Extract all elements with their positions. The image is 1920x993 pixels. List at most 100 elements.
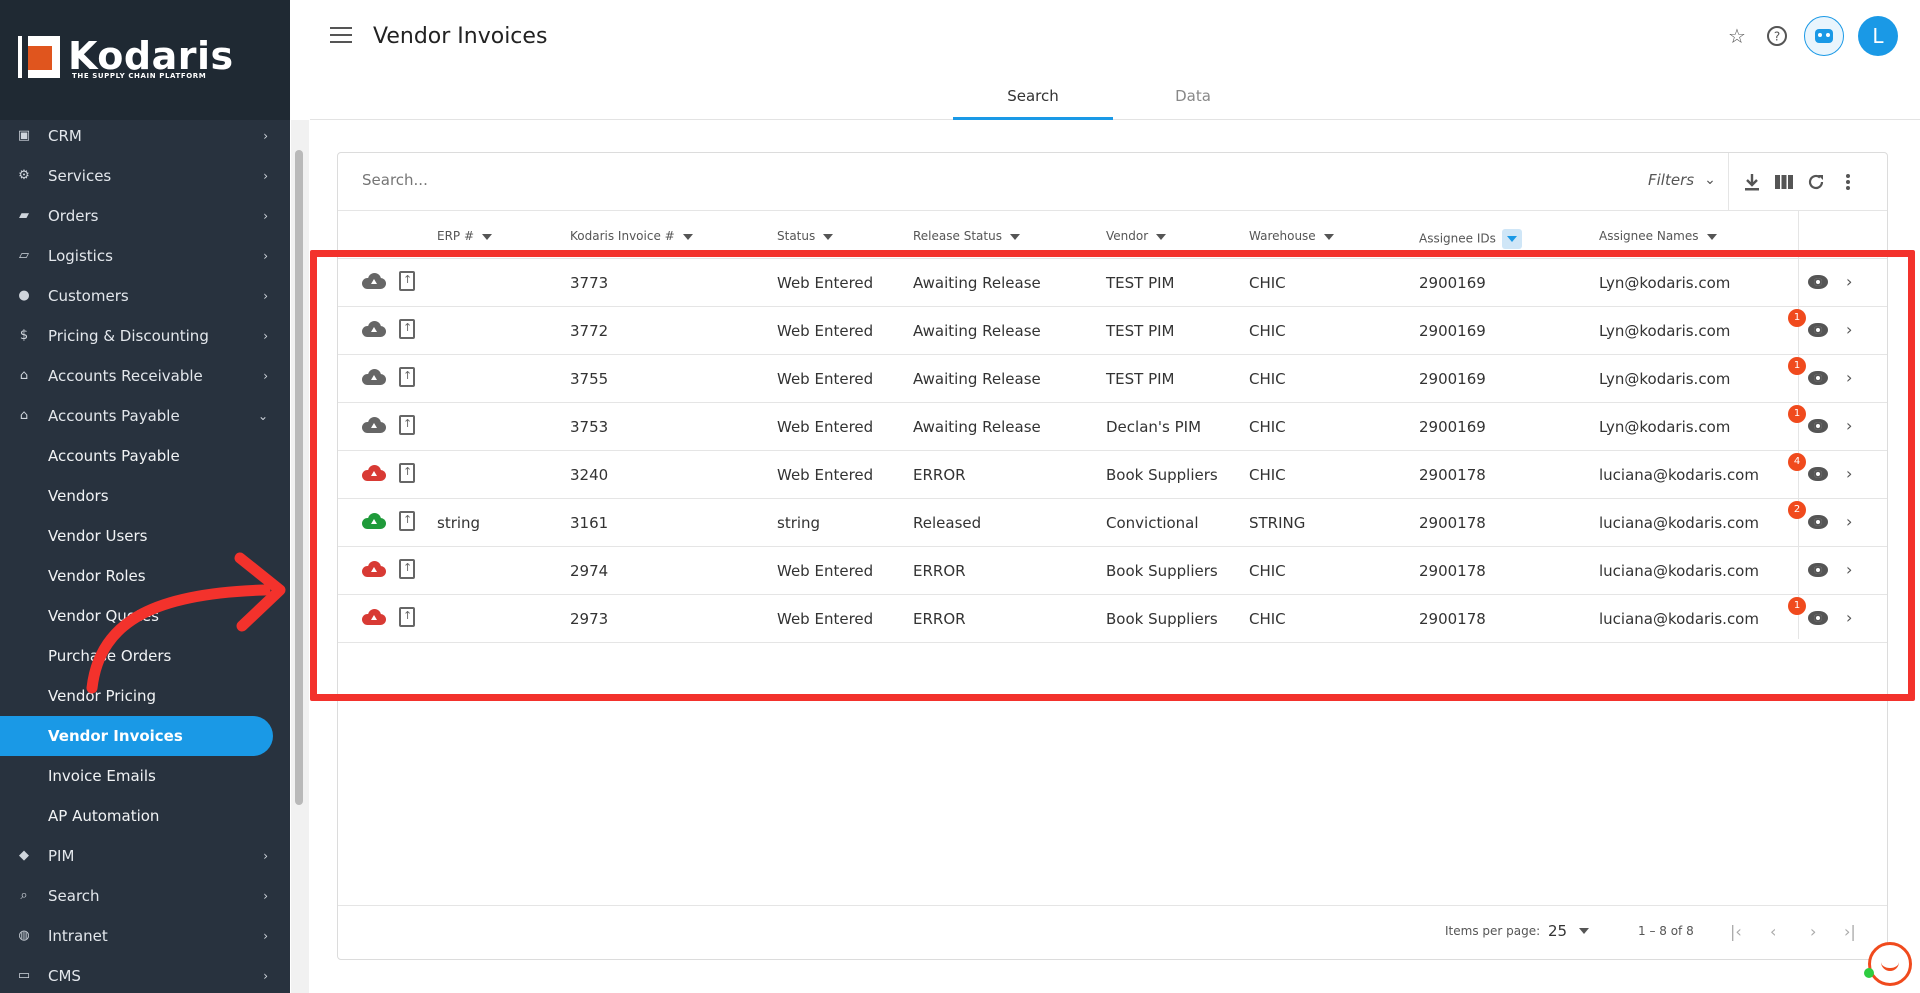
search-input[interactable] [362, 171, 1162, 189]
cloud-upload-icon[interactable] [362, 369, 386, 385]
user-avatar[interactable]: L [1858, 16, 1898, 56]
view-eye-icon[interactable] [1808, 467, 1828, 481]
chat-support-icon[interactable] [1868, 942, 1912, 986]
first-page-icon[interactable]: |‹ [1730, 922, 1742, 941]
view-eye-icon[interactable] [1808, 323, 1828, 337]
chevron-right-icon[interactable]: › [1846, 368, 1852, 387]
more-vert-icon[interactable] [1839, 173, 1857, 191]
table-row[interactable]: 3755 Web Entered Awaiting Release TEST PIM C… [338, 355, 1887, 403]
sidebar-subitem-purchase-orders[interactable]: Purchase Orders [0, 636, 290, 676]
cell-invoice-number: 2973 [570, 610, 609, 628]
sidebar-item-logistics[interactable]: ▱ Logistics › [0, 236, 290, 276]
table-row[interactable]: 3240 Web Entered ERROR Book Suppliers CHIC 29… [338, 451, 1887, 499]
columns-icon[interactable] [1775, 173, 1793, 191]
view-eye-icon[interactable] [1808, 611, 1828, 625]
sidebar-item-orders[interactable]: ▰ Orders › [0, 196, 290, 236]
next-page-icon[interactable]: › [1810, 922, 1816, 941]
sidebar-subitem-vendor-invoices[interactable]: Vendor Invoices [0, 716, 273, 756]
brand-logo[interactable]: Kodaris THE SUPPLY CHAIN PLATFORM [0, 0, 290, 120]
sidebar-item-cms[interactable]: ▭ CMS › [0, 956, 290, 993]
sidebar-subitem-label: Vendor Invoices [48, 727, 183, 745]
filters-dropdown[interactable]: Filters ⌄ [1648, 171, 1716, 189]
file-upload-icon[interactable] [399, 559, 415, 579]
column-header-warehouse[interactable]: Warehouse [1249, 229, 1334, 243]
chevron-right-icon[interactable]: › [1846, 560, 1852, 579]
chevron-right-icon[interactable]: › [1846, 320, 1852, 339]
sidebar-item-accounts-receivable[interactable]: ⌂ Accounts Receivable › [0, 356, 290, 396]
sidebar-subitem-ap-automation[interactable]: AP Automation [0, 796, 290, 836]
file-upload-icon[interactable] [399, 271, 415, 291]
file-upload-icon[interactable] [399, 463, 415, 483]
sidebar-subitem-vendor-users[interactable]: Vendor Users [0, 516, 290, 556]
cloud-upload-icon[interactable] [362, 273, 386, 289]
sidebar-subitem-vendors[interactable]: Vendors [0, 476, 290, 516]
cloud-upload-icon[interactable] [362, 465, 386, 481]
view-eye-icon[interactable] [1808, 563, 1828, 577]
cell-vendor: TEST PIM [1106, 274, 1175, 292]
refresh-icon[interactable] [1807, 173, 1825, 191]
sidebar-scrollbar-thumb[interactable] [295, 150, 303, 805]
file-upload-icon[interactable] [399, 319, 415, 339]
chevron-right-icon: › [263, 129, 268, 143]
sidebar-item-pricing-discounting[interactable]: $ Pricing & Discounting › [0, 316, 290, 356]
items-per-page-select[interactable]: 25 [1548, 922, 1590, 940]
last-page-icon[interactable]: ›| [1844, 922, 1856, 941]
sidebar-subitem-vendor-roles[interactable]: Vendor Roles [0, 556, 290, 596]
view-eye-icon[interactable] [1808, 419, 1828, 433]
table-row[interactable]: 2974 Web Entered ERROR Book Suppliers CHIC 29… [338, 547, 1887, 595]
view-eye-icon[interactable] [1808, 275, 1828, 289]
table-row[interactable]: 3773 Web Entered Awaiting Release TEST PIM C… [338, 259, 1887, 307]
chevron-right-icon: › [263, 289, 268, 303]
cloud-upload-icon[interactable] [362, 561, 386, 577]
sidebar-item-pim[interactable]: ◆ PIM › [0, 836, 290, 876]
invoice-table-card: Filters ⌄ ERP # Kodaris Invoice # Status… [337, 152, 1888, 960]
sort-caret-icon [1156, 233, 1167, 240]
hamburger-menu-icon[interactable] [330, 27, 352, 45]
help-icon[interactable]: ? [1764, 23, 1790, 49]
file-upload-icon[interactable] [399, 607, 415, 627]
table-row[interactable]: 2973 Web Entered ERROR Book Suppliers CHIC 29… [338, 595, 1887, 643]
sidebar-subitem-invoice-emails[interactable]: Invoice Emails [0, 756, 290, 796]
download-icon[interactable] [1743, 173, 1761, 191]
previous-page-icon[interactable]: ‹ [1770, 922, 1776, 941]
sidebar-item-crm[interactable]: ▣ CRM › [0, 116, 290, 156]
column-header-assignee-ids[interactable]: Assignee IDs [1419, 229, 1522, 249]
table-row[interactable]: 3772 Web Entered Awaiting Release TEST PIM C… [338, 307, 1887, 355]
column-header-status[interactable]: Status [777, 229, 834, 243]
assistant-bot-button[interactable] [1804, 16, 1844, 56]
sidebar-item-search[interactable]: ⌕ Search › [0, 876, 290, 916]
table-row[interactable]: 3753 Web Entered Awaiting Release Declan's … [338, 403, 1887, 451]
sidebar-item-customers[interactable]: ● Customers › [0, 276, 290, 316]
sidebar-item-services[interactable]: ⚙ Services › [0, 156, 290, 196]
chevron-right-icon[interactable]: › [1846, 512, 1852, 531]
column-header-release-status[interactable]: Release Status [913, 229, 1020, 243]
sidebar-item-label: Accounts Receivable [48, 367, 203, 385]
chevron-right-icon[interactable]: › [1846, 608, 1852, 627]
chevron-right-icon[interactable]: › [1846, 464, 1852, 483]
table-row[interactable]: string 3161 string Released Convictional STRI… [338, 499, 1887, 547]
sidebar-subitem-vendor-pricing[interactable]: Vendor Pricing [0, 676, 290, 716]
view-eye-icon[interactable] [1808, 371, 1828, 385]
sidebar-item-accounts-payable[interactable]: ⌂ Accounts Payable ⌄ [0, 396, 290, 436]
column-header-invoice[interactable]: Kodaris Invoice # [570, 229, 693, 243]
tab-data[interactable]: Data [1113, 78, 1273, 120]
cloud-upload-icon[interactable] [362, 417, 386, 433]
file-upload-icon[interactable] [399, 415, 415, 435]
cloud-upload-icon[interactable] [362, 513, 386, 529]
sidebar-item-intranet[interactable]: ◍ Intranet › [0, 916, 290, 956]
cell-assignee-id: 2900169 [1419, 274, 1486, 292]
star-icon[interactable]: ☆ [1724, 23, 1750, 49]
file-upload-icon[interactable] [399, 511, 415, 531]
cloud-upload-icon[interactable] [362, 321, 386, 337]
tab-search[interactable]: Search [953, 78, 1113, 120]
column-header-erp[interactable]: ERP # [437, 229, 493, 243]
view-eye-icon[interactable] [1808, 515, 1828, 529]
sidebar-subitem-vendor-quotes[interactable]: Vendor Quotes [0, 596, 290, 636]
chevron-right-icon[interactable]: › [1846, 416, 1852, 435]
file-upload-icon[interactable] [399, 367, 415, 387]
cloud-upload-icon[interactable] [362, 609, 386, 625]
chevron-right-icon[interactable]: › [1846, 272, 1852, 291]
column-header-assignee-names[interactable]: Assignee Names [1599, 229, 1717, 243]
column-header-vendor[interactable]: Vendor [1106, 229, 1167, 243]
sidebar-subitem-accounts-payable[interactable]: Accounts Payable [0, 436, 290, 476]
